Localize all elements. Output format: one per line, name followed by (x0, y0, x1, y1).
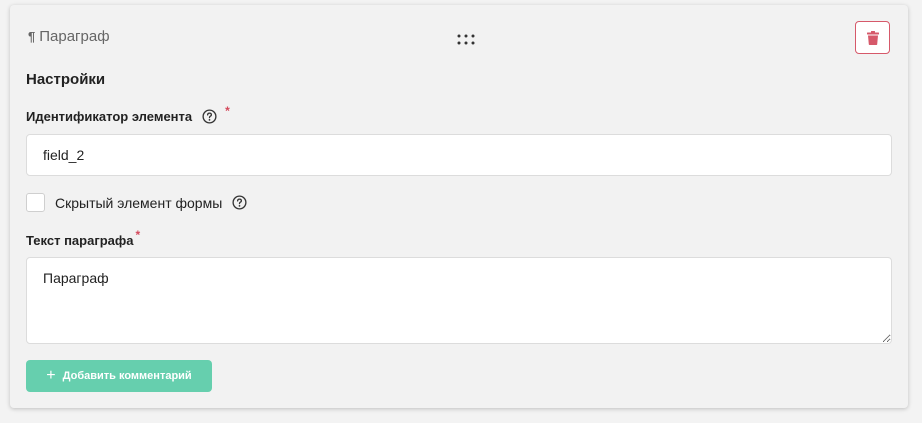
add-comment-button[interactable]: + Добавить комментарий (26, 360, 212, 392)
drag-handle-icon[interactable] (457, 34, 475, 46)
element-id-label: Идентификатор элемента (26, 109, 193, 124)
settings-title: Настройки (26, 71, 106, 88)
plus-icon: + (46, 367, 56, 384)
required-asterisk: * (225, 103, 230, 118)
element-id-label-row: Идентификатор элемента * (26, 104, 230, 125)
required-asterisk: * (135, 227, 141, 242)
paragraph-text-label-row: Текст параграфа * (26, 228, 140, 249)
question-circle-icon[interactable] (232, 195, 247, 210)
delete-button[interactable] (855, 21, 890, 54)
hidden-field-checkbox[interactable] (26, 193, 45, 212)
hidden-field-label: Скрытый элемент формы (55, 194, 223, 211)
add-comment-label: Добавить комментарий (62, 370, 192, 382)
hidden-field-row: Скрытый элемент формы (26, 193, 247, 212)
element-id-input[interactable] (26, 134, 892, 176)
question-circle-icon[interactable] (202, 109, 217, 124)
paragraph-text-textarea[interactable]: Параграф (26, 257, 892, 344)
trash-icon (866, 30, 879, 45)
paragraph-element-card: ¶ Параграф Настройки Идентификатор элеме… (10, 5, 908, 408)
pilcrow-icon: ¶ (28, 29, 36, 44)
paragraph-text-label: Текст параграфа (26, 233, 134, 248)
element-type-header: ¶ Параграф (28, 28, 110, 45)
element-type-label: Параграф (39, 28, 110, 45)
